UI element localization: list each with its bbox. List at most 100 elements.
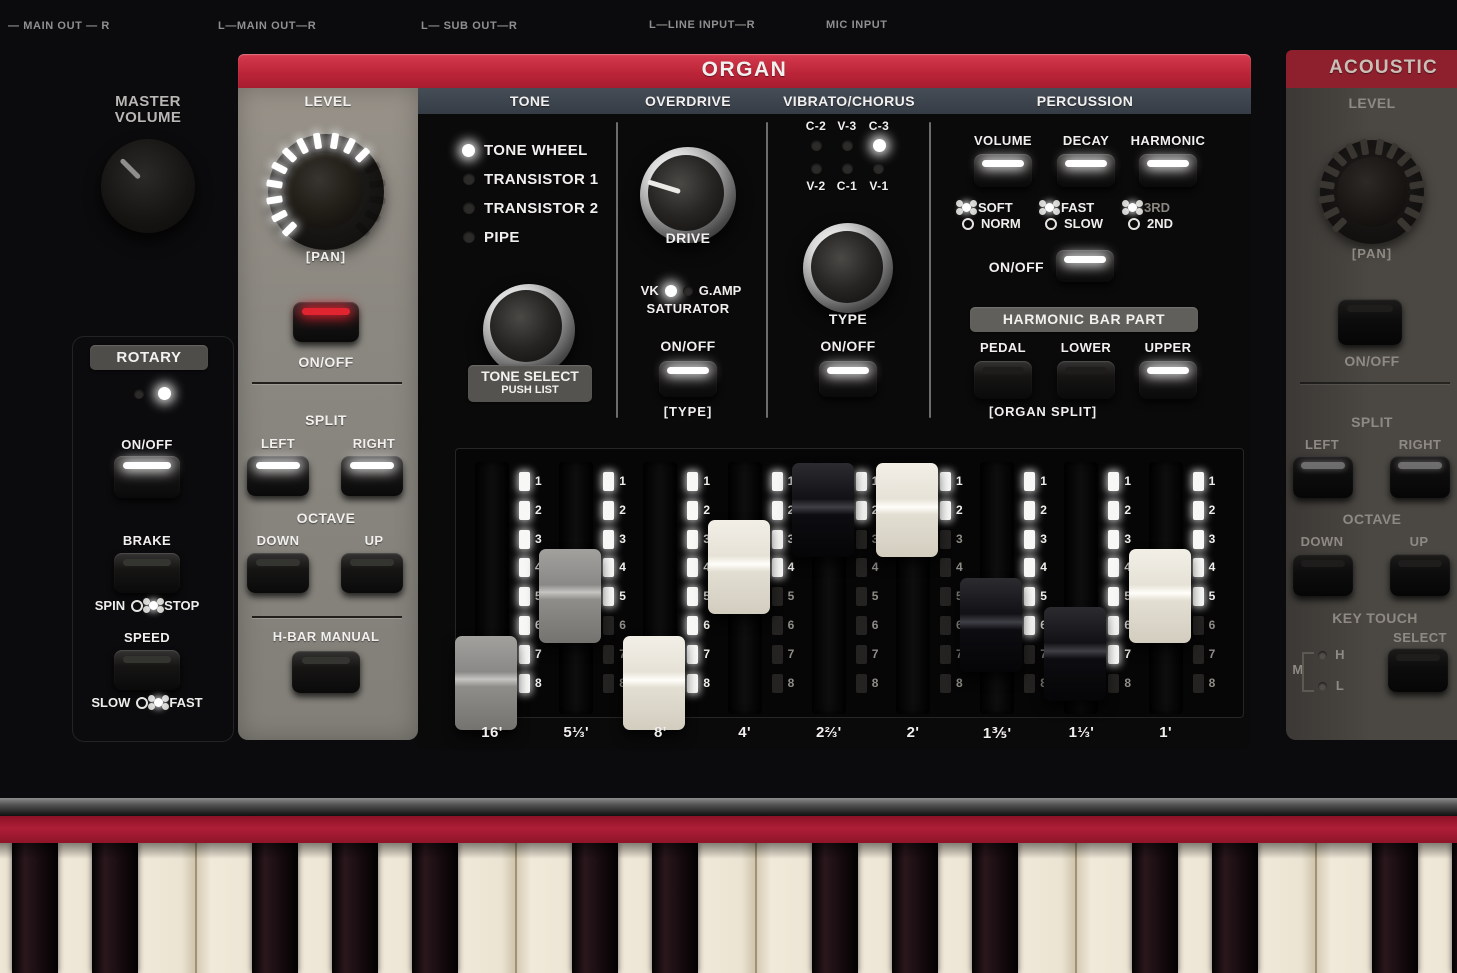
piano-black-key[interactable] <box>652 843 698 973</box>
drawbar-8-led-7 <box>687 645 698 664</box>
organ-title: ORGAN <box>238 58 1251 82</box>
drive-knob[interactable] <box>648 155 724 231</box>
drawbar-cap-5[interactable] <box>539 549 601 643</box>
drawbar-cap-1[interactable] <box>1044 607 1106 701</box>
organ-split-right-light <box>350 462 395 469</box>
drawbar-cap-16[interactable] <box>455 636 517 730</box>
drawbar-2-led-6 <box>940 616 951 635</box>
drawbar-8-led-5 <box>687 587 698 606</box>
saturator-type-row: VK G.AMP <box>618 283 764 298</box>
jack-label-l-line-input-r: L—LINE INPUT—R <box>649 19 755 31</box>
piano-black-key[interactable] <box>1212 843 1258 973</box>
vibrato-led-c3 <box>873 139 886 152</box>
drawbar-cap-2[interactable] <box>792 463 854 557</box>
rotary-fast-led <box>158 387 171 400</box>
piano-black-key[interactable] <box>1132 843 1178 973</box>
piano-black-key[interactable] <box>1372 843 1418 973</box>
level-divider-1 <box>252 382 402 384</box>
drawbar-2-led-1 <box>940 472 951 491</box>
piano-black-key[interactable] <box>412 843 458 973</box>
master-volume-knob[interactable] <box>101 139 195 233</box>
percussion-harmonic-button[interactable] <box>1139 154 1197 187</box>
drawbar-cap-4[interactable] <box>708 520 770 614</box>
organ-split-left-button[interactable] <box>247 456 309 496</box>
drawbar-cap-2[interactable] <box>876 463 938 557</box>
vibrato-type-knob[interactable] <box>811 231 883 303</box>
drawbar-1-scale-5: 5 <box>1209 589 1216 603</box>
piano-black-key[interactable] <box>1452 843 1457 973</box>
overdrive-onoff-button[interactable] <box>659 361 717 397</box>
rotary-onoff-button[interactable] <box>114 456 180 498</box>
organ-octave-up-button[interactable] <box>341 553 403 593</box>
acoustic-split-left-button[interactable] <box>1293 456 1353 498</box>
piano-black-key[interactable] <box>972 843 1018 973</box>
bar-part-lower-button[interactable] <box>1057 361 1115 399</box>
harmonic-bar-part-title: HARMONIC BAR PART <box>970 307 1198 332</box>
drawbar-2-led-6 <box>856 616 867 635</box>
acoustic-level-knob[interactable] <box>1337 157 1407 227</box>
vibrato-onoff-button[interactable] <box>819 361 877 397</box>
drawbar-2-led-7 <box>940 645 951 664</box>
drawbar-cap-1[interactable] <box>1129 549 1191 643</box>
drawbar-4-led-4 <box>772 558 783 577</box>
piano-black-key[interactable] <box>12 843 58 973</box>
percussion-decay-button[interactable] <box>1057 154 1115 187</box>
organ-octave-label: OCTAVE <box>276 510 376 526</box>
vibrato-type-label: TYPE <box>798 311 898 327</box>
organ-level-knob[interactable] <box>287 153 363 229</box>
bar-part-upper-label: UPPER <box>1118 340 1218 355</box>
acoustic-split-right-button[interactable] <box>1390 456 1450 498</box>
percussion-onoff-button[interactable] <box>1056 250 1114 282</box>
piano-black-key[interactable] <box>572 843 618 973</box>
drawbar-16-led-4 <box>519 558 530 577</box>
drawbar-cap-8[interactable] <box>623 636 685 730</box>
drawbar-label-5: 5⅓' <box>536 724 616 741</box>
drawbar-1-led-6 <box>1108 616 1119 635</box>
percussion-2nd-radio-icon <box>1128 218 1140 230</box>
hbar-manual-button[interactable] <box>292 651 360 693</box>
percussion-3rd-label: 3RD <box>1144 200 1170 215</box>
header-overdrive: OVERDRIVE <box>618 93 758 109</box>
drawbar-1-led-1 <box>1108 472 1119 491</box>
acoustic-onoff-button[interactable] <box>1338 299 1402 345</box>
acoustic-octave-up-button[interactable] <box>1390 554 1450 596</box>
organ-octave-down-label: DOWN <box>238 533 318 548</box>
vibrato-label-c3: C-3 <box>863 119 895 133</box>
acoustic-split-label: SPLIT <box>1322 414 1422 430</box>
acoustic-octave-down-button[interactable] <box>1293 554 1353 596</box>
drawbar-4-scale-7: 7 <box>788 647 795 661</box>
organ-octave-down-button[interactable] <box>247 553 309 593</box>
rotary-speed-button[interactable] <box>114 650 180 690</box>
organ-split-right-button[interactable] <box>341 456 403 496</box>
acoustic-onoff-label: ON/OFF <box>1322 353 1422 369</box>
key-touch-select-button[interactable] <box>1388 648 1448 692</box>
drawbar-1-scale-4: 4 <box>1209 560 1216 574</box>
percussion-volume-button[interactable] <box>974 154 1032 187</box>
rotary-fast-radio-icon <box>154 698 163 707</box>
piano-black-key[interactable] <box>332 843 378 973</box>
piano-black-key[interactable] <box>92 843 138 973</box>
drawbar-4-scale-4: 4 <box>788 560 795 574</box>
bar-part-upper-button[interactable] <box>1139 361 1197 399</box>
acoustic-octave-up-label: UP <box>1379 534 1457 549</box>
piano-black-key[interactable] <box>892 843 938 973</box>
piano-black-key[interactable] <box>812 843 858 973</box>
drawbar-1-led-8 <box>1193 674 1204 693</box>
piano-black-key[interactable] <box>252 843 298 973</box>
vk-label: VK <box>641 283 659 298</box>
drawbar-4-scale-6: 6 <box>788 618 795 632</box>
transistor-2-led <box>463 202 475 214</box>
rotary-brake-button[interactable] <box>114 553 180 593</box>
acoustic-octave-down-label: DOWN <box>1282 534 1362 549</box>
drawbar-2-scale-3: 3 <box>956 532 963 546</box>
drawbar-1-scale-7: 7 <box>1124 647 1131 661</box>
drawbar-1-scale-8: 8 <box>1124 676 1131 690</box>
bar-part-pedal-button[interactable] <box>974 361 1032 399</box>
percussion-norm-radio-icon <box>962 218 974 230</box>
drawbar-cap-1[interactable] <box>960 578 1022 672</box>
drawbar-4-scale-5: 5 <box>788 589 795 603</box>
drawbar-2-scale-4: 4 <box>956 560 963 574</box>
jack-label-mic-input: MIC INPUT <box>826 19 888 31</box>
drawbar-4-led-7 <box>772 645 783 664</box>
organ-level-onoff-button[interactable] <box>293 302 359 342</box>
